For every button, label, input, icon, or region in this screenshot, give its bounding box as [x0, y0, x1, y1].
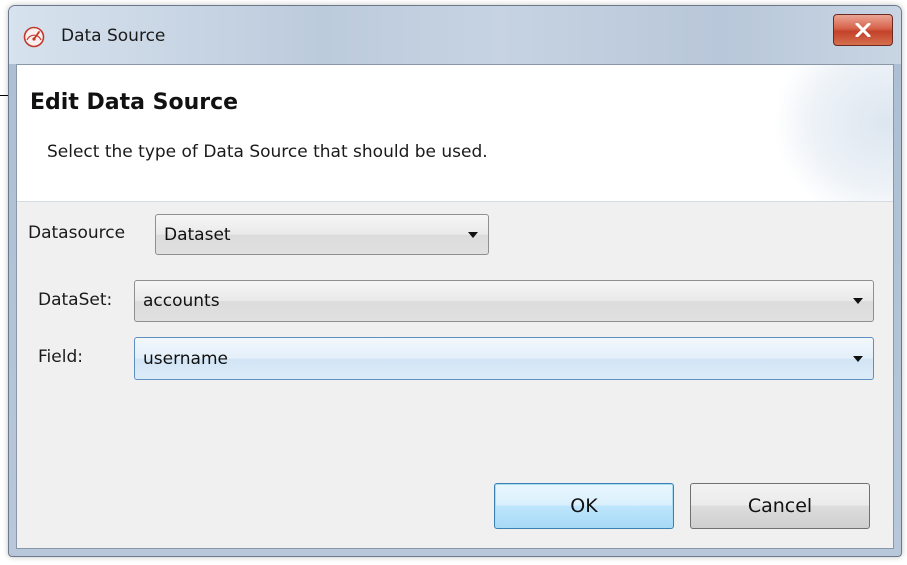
close-button[interactable]	[833, 14, 893, 46]
datasource-label: Datasource	[28, 223, 126, 243]
ok-button[interactable]: OK	[494, 483, 674, 529]
chevron-down-icon	[853, 355, 863, 362]
dialog-window: Data Source Edit Data Source Select the …	[8, 5, 902, 557]
field-select-value: username	[143, 348, 228, 369]
datasource-select-value: Dataset	[164, 224, 231, 245]
field-label: Field:	[38, 347, 83, 367]
close-icon	[855, 23, 871, 37]
dataset-select-value: accounts	[143, 291, 220, 311]
window-title: Data Source	[61, 26, 166, 46]
dataset-select[interactable]: accounts	[134, 280, 874, 322]
chevron-down-icon	[468, 231, 478, 238]
datasource-select[interactable]: Dataset	[155, 214, 489, 255]
page-title: Edit Data Source	[30, 90, 239, 115]
chevron-down-icon	[853, 298, 863, 304]
gauge-icon	[23, 26, 45, 48]
cancel-button[interactable]: Cancel	[690, 483, 870, 529]
title-bar[interactable]: Data Source	[9, 6, 901, 64]
dataset-label: DataSet:	[38, 290, 113, 310]
header-decoration	[773, 65, 893, 201]
dialog-client-area: Edit Data Source Select the type of Data…	[16, 64, 894, 549]
field-select[interactable]: username	[134, 337, 874, 380]
page-description: Select the type of Data Source that shou…	[47, 142, 488, 162]
dialog-header: Edit Data Source Select the type of Data…	[17, 65, 893, 202]
